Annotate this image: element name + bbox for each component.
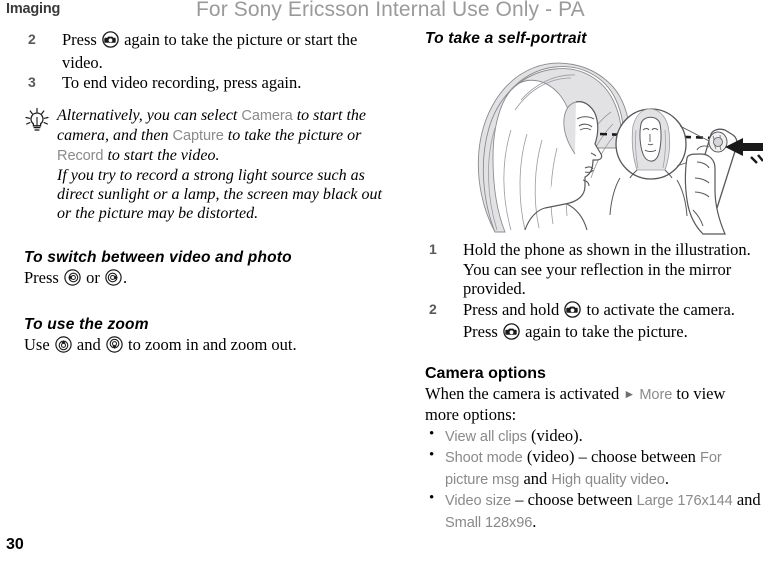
option-value: Small 128x96 [445, 514, 533, 531]
list-item: 2 Press and hold to activate the camera.… [425, 300, 763, 345]
tip-part-3: to take the picture or [223, 126, 362, 144]
camera-key-icon [503, 323, 520, 345]
camera-key-icon [102, 31, 119, 53]
option-text: and [519, 468, 552, 488]
nav-key-left-icon [64, 268, 81, 290]
list-item: 1 Hold the phone as shown in the illustr… [425, 240, 763, 299]
intro-part-1: When the camera is activated [425, 383, 624, 403]
option-value: High quality video [551, 471, 665, 488]
tip-part-5: If you try to record a strong light sour… [57, 166, 382, 222]
option-value: Large 176x144 [636, 493, 733, 509]
section-heading-self-portrait: To take a self-portrait [425, 30, 587, 47]
text-after-icon: to zoom in and zoom out. [123, 334, 297, 354]
term-more: More [639, 386, 673, 403]
header-chapter-title: Imaging [6, 1, 61, 17]
lightbulb-tip-icon [22, 107, 52, 135]
tip-text: Alternatively, you can select Camera to … [57, 106, 394, 223]
procedure-list-right: 1 Hold the phone as shown in the illustr… [425, 240, 763, 345]
list-item-text-before: Press and hold [463, 299, 564, 319]
list-item-number: 2 [429, 300, 437, 317]
list-item: View all clips (video). [425, 425, 763, 448]
nav-key-right-icon [105, 268, 122, 290]
section-heading-camera-options: Camera options [425, 364, 546, 382]
option-text: – choose between [511, 490, 637, 509]
text-middle: and [72, 334, 105, 354]
option-text: . [532, 511, 537, 531]
tip-part-1: Alternatively, you can select [57, 106, 242, 124]
option-text: . [664, 468, 669, 488]
section-heading: To switch between video and photo [24, 248, 292, 266]
option-text: (video) – choose between [522, 447, 701, 466]
list-item: 2 Press again to take the picture or sta… [24, 30, 394, 72]
list-item-number: 2 [28, 31, 36, 47]
nav-key-down-icon [106, 335, 123, 357]
page-header: Imaging For Sony Ericsson Internal Use O… [0, 0, 763, 24]
list-item: 3 To end video recording, press again. [24, 73, 394, 93]
option-text: (video). [526, 425, 583, 445]
camera-key-icon [564, 300, 582, 323]
text-before-icon: Use [24, 334, 54, 354]
list-item-text: To end video recording, press again. [62, 73, 302, 92]
section-heading: To use the zoom [24, 315, 149, 333]
option-term: Shoot mode [445, 450, 523, 466]
tip-term-capture: Capture [172, 127, 224, 144]
tip-part-4: to start the video. [103, 146, 220, 164]
list-item-number: 1 [429, 241, 437, 257]
tip-term-record: Record [57, 147, 104, 164]
option-text: and [732, 490, 761, 509]
section-body: Use and to zoom in and zoom out. [24, 335, 394, 357]
section-body: Press or . [24, 268, 394, 290]
option-term: Video size [445, 493, 512, 509]
nav-key-up-icon [55, 335, 72, 357]
list-item-text-after: again to take the picture. [520, 322, 688, 341]
list-item-text: Hold the phone as shown in the illustrat… [463, 240, 751, 298]
self-portrait-illustration [425, 50, 763, 240]
text-before-icon: Press [24, 267, 63, 287]
tip-callout: Alternatively, you can select Camera to … [24, 106, 394, 223]
text-after-icon: . [122, 267, 128, 287]
header-watermark: For Sony Ericsson Internal Use Only - PA [196, 0, 585, 21]
section-switch-video-photo: To switch between video and photo Press … [24, 249, 394, 290]
text-middle: or [81, 267, 104, 287]
right-column: To take a self-portrait 1 Hold the phone… [425, 30, 763, 533]
play-arrow-icon: ► [623, 386, 636, 401]
camera-options-intro: When the camera is activated ► More to v… [425, 384, 763, 424]
list-item: Shoot mode (video) – choose between For … [425, 446, 763, 490]
section-use-zoom: To use the zoom Use and to zoom in and z… [24, 316, 394, 357]
camera-options-bullets: View all clips (video). Shoot mode (vide… [425, 425, 763, 534]
tip-term-camera: Camera [241, 107, 293, 124]
camera-options-section: Camera options When the camera is activa… [425, 365, 763, 534]
list-item-text-before: Press [62, 30, 101, 49]
procedure-list-left: 2 Press again to take the picture or sta… [24, 30, 394, 93]
option-term: View all clips [445, 428, 527, 445]
list-item-number: 3 [28, 74, 36, 90]
list-item: Video size – choose between Large 176x14… [425, 489, 763, 533]
left-column: 2 Press again to take the picture or sta… [24, 30, 394, 357]
page-number: 30 [6, 536, 24, 553]
